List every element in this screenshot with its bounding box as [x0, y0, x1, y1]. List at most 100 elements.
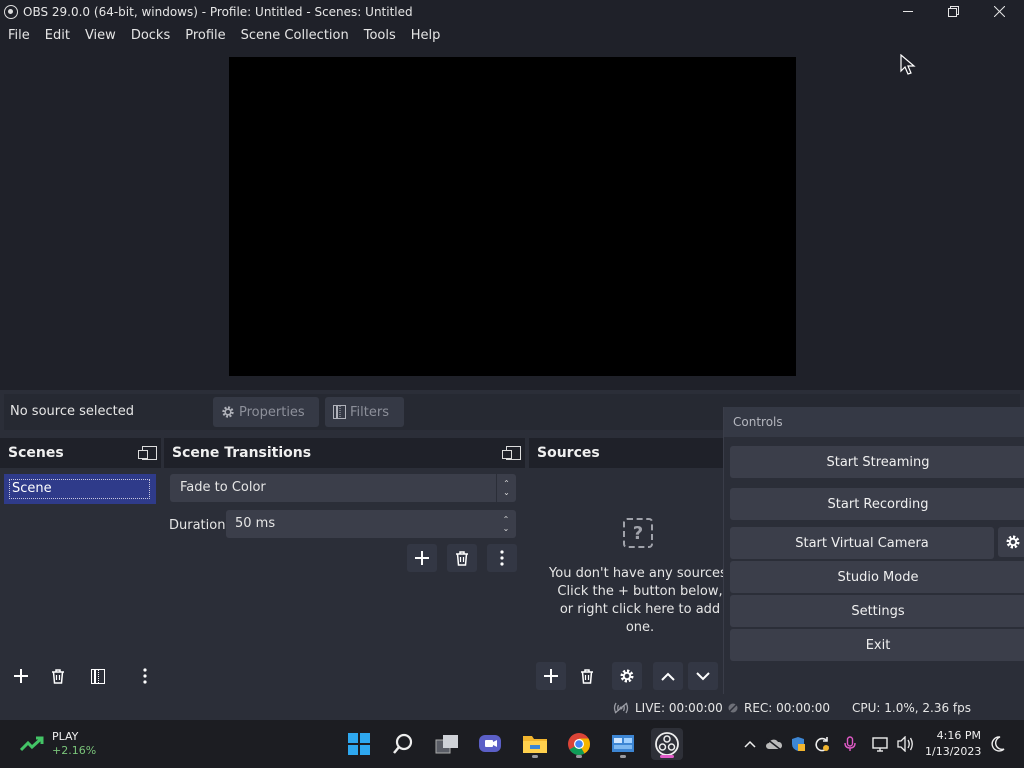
microphone-tray-icon[interactable]	[840, 734, 860, 754]
minimize-icon	[902, 11, 913, 12]
rec-status: REC: 00:00:00	[727, 701, 830, 715]
status-bar: LIVE: 00:00:00 REC: 00:00:00 CPU: 1.0%, …	[0, 694, 1024, 720]
chevron-up-down-icon: ⌃ ⌄	[496, 474, 516, 502]
chat-icon	[479, 735, 501, 752]
studio-mode-button[interactable]: Studio Mode	[730, 561, 1024, 593]
virtual-camera-settings-button[interactable]	[998, 527, 1024, 557]
exit-button[interactable]: Exit	[730, 629, 1024, 661]
transitions-dock: Scene Transitions Fade to Color ⌃ ⌄ Durat…	[164, 438, 525, 694]
cloud-off-icon	[766, 738, 783, 750]
windows-logo-icon	[348, 733, 370, 755]
start-recording-button[interactable]: Start Recording	[730, 488, 1024, 520]
menu-profile[interactable]: Profile	[177, 28, 232, 43]
transitions-title: Scene Transitions	[172, 445, 312, 461]
menu-tools[interactable]: Tools	[356, 28, 403, 43]
sync-tray-icon[interactable]	[812, 734, 832, 754]
plus-icon	[544, 669, 558, 683]
controls-dock-header[interactable]: Controls	[724, 407, 1024, 437]
rec-timer: REC: 00:00:00	[744, 701, 831, 715]
close-icon	[993, 6, 1005, 17]
chevron-up-icon	[744, 740, 756, 748]
running-indicator	[532, 755, 538, 758]
empty-line-1: You don't have any sources.	[549, 566, 731, 581]
remove-source-button[interactable]	[572, 662, 602, 690]
restore-button[interactable]	[930, 0, 976, 23]
security-tray-icon[interactable]	[788, 734, 808, 754]
properties-button[interactable]: Properties	[213, 397, 319, 427]
empty-line-2: Click the + button below,	[557, 584, 723, 599]
empty-line-3: or right click here to add one.	[559, 602, 721, 635]
teams-chat-button[interactable]	[474, 728, 506, 760]
onedrive-tray-icon[interactable]	[764, 734, 784, 754]
menu-help[interactable]: Help	[403, 28, 448, 43]
transitions-dock-header: Scene Transitions	[164, 438, 525, 468]
file-explorer-button[interactable]	[519, 728, 551, 760]
task-view-button[interactable]	[431, 728, 463, 760]
add-transition-button[interactable]	[407, 544, 437, 572]
scene-item-label: Scene	[9, 479, 150, 499]
plus-icon	[415, 551, 429, 565]
sources-dock[interactable]: Sources ? You don't have any sources. Cl…	[529, 438, 731, 694]
start-virtual-camera-button[interactable]: Start Virtual Camera	[730, 527, 994, 559]
record-off-icon	[727, 702, 739, 714]
filters-label: Filters	[350, 404, 389, 420]
gear-icon	[1006, 535, 1020, 549]
chevron-up-icon	[661, 672, 675, 681]
no-source-label: No source selected	[10, 404, 134, 419]
mouse-cursor-icon	[900, 54, 916, 75]
minimize-button[interactable]	[885, 0, 931, 23]
volume-icon	[897, 736, 913, 752]
scenes-dock-header: Scenes	[0, 438, 161, 468]
move-source-up-button[interactable]	[653, 662, 683, 690]
menu-scene-collection[interactable]: Scene Collection	[233, 28, 356, 43]
microphone-icon	[844, 736, 856, 751]
duration-spinbox[interactable]: 50 ms ⌃ ⌄	[226, 510, 516, 538]
stock-widget[interactable]: PLAY +2.16%	[20, 730, 96, 757]
scene-more-button[interactable]	[135, 662, 155, 690]
undock-icon[interactable]	[138, 446, 157, 460]
settings-button[interactable]: Settings	[730, 595, 1024, 627]
start-streaming-button[interactable]: Start Streaming	[730, 446, 1024, 478]
scenes-dock: Scenes Scene	[0, 438, 161, 694]
scene-filters-button[interactable]	[83, 662, 113, 690]
chrome-button[interactable]	[563, 728, 595, 760]
running-indicator	[620, 755, 626, 758]
undock-icon[interactable]	[502, 446, 521, 460]
plus-icon	[14, 669, 28, 683]
menu-edit[interactable]: Edit	[37, 28, 77, 43]
add-source-button[interactable]	[536, 662, 566, 690]
spin-arrows-icon[interactable]: ⌃ ⌄	[496, 510, 516, 538]
obs-taskbar-button[interactable]	[651, 728, 683, 760]
broadcast-off-icon	[613, 702, 629, 714]
clock-date: 1/13/2023	[925, 745, 982, 758]
volume-tray-icon[interactable]	[896, 734, 916, 754]
remove-transition-button[interactable]	[447, 544, 477, 572]
transition-select-value: Fade to Color	[180, 480, 266, 495]
controls-dock: Controls Start Streaming Start Recording…	[723, 407, 1024, 694]
filters-button[interactable]: Filters	[325, 397, 404, 427]
source-properties-button[interactable]	[612, 662, 642, 690]
focus-assist-button[interactable]	[988, 734, 1008, 754]
remove-scene-button[interactable]	[43, 662, 73, 690]
menu-file[interactable]: File	[0, 28, 37, 43]
preview-canvas[interactable]	[229, 57, 796, 376]
menu-view[interactable]: View	[77, 28, 123, 43]
transition-select[interactable]: Fade to Color ⌃ ⌄	[170, 474, 516, 502]
taskbar-clock[interactable]: 4:16 PM 1/13/2023	[925, 728, 981, 760]
transition-more-button[interactable]	[487, 544, 517, 572]
tray-overflow-button[interactable]	[740, 734, 760, 754]
more-vertical-icon	[143, 668, 147, 684]
start-button[interactable]	[343, 728, 375, 760]
move-source-down-button[interactable]	[688, 662, 718, 690]
menu-docks[interactable]: Docks	[123, 28, 177, 43]
control-panel-button[interactable]	[607, 728, 639, 760]
add-scene-button[interactable]	[6, 662, 36, 690]
taskbar-search-button[interactable]	[387, 728, 419, 760]
gear-icon	[620, 669, 634, 683]
close-button[interactable]	[976, 0, 1022, 23]
stock-label: PLAY	[52, 730, 79, 743]
moon-icon	[991, 736, 1005, 752]
network-tray-icon[interactable]	[871, 734, 891, 754]
live-status: LIVE: 00:00:00	[612, 701, 723, 715]
scene-list-item[interactable]: Scene	[4, 474, 156, 504]
